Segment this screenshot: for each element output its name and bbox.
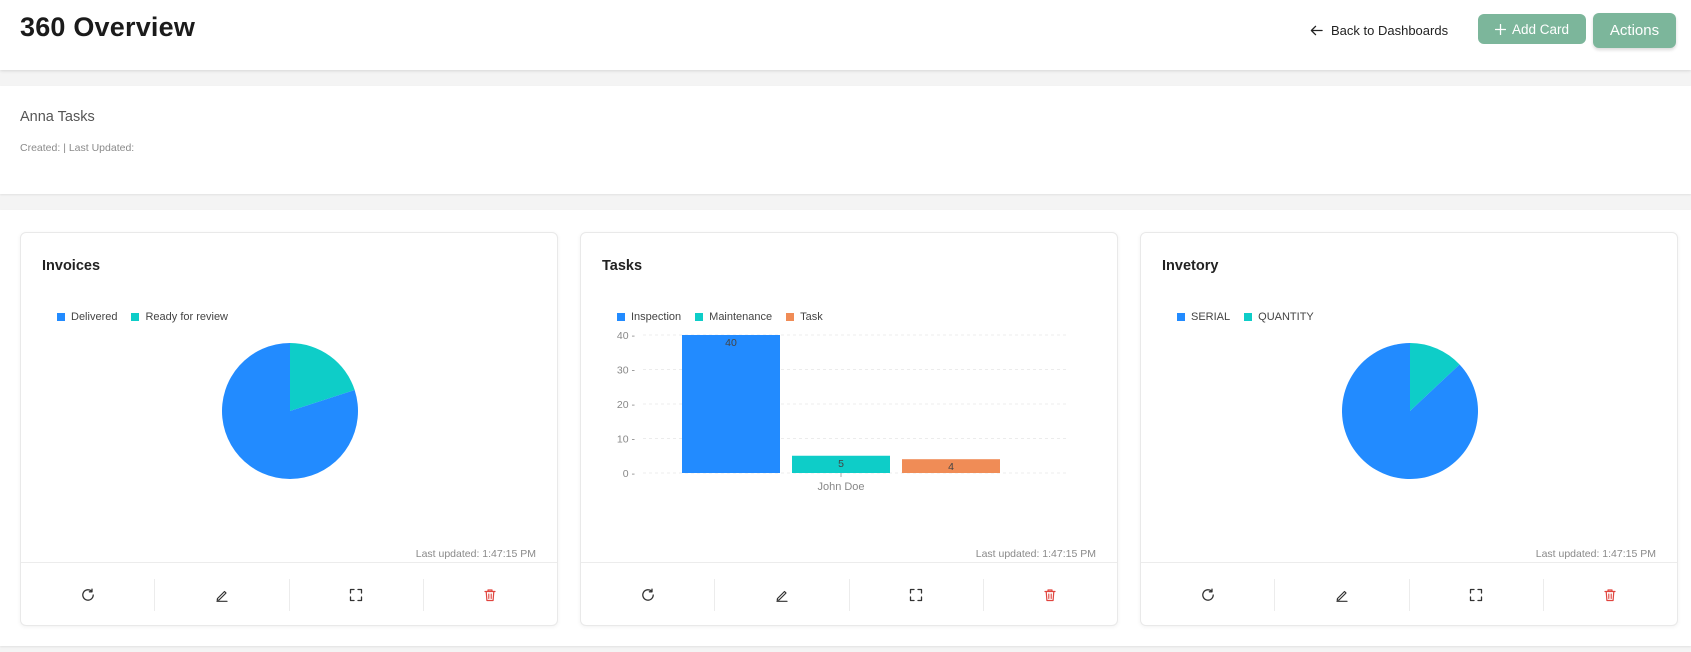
bar-value-label: 5 <box>838 458 844 470</box>
refresh-button[interactable] <box>1141 578 1276 611</box>
legend-item[interactable]: SERIAL <box>1177 311 1230 323</box>
legend-item[interactable]: Maintenance <box>695 311 772 323</box>
edit-icon <box>776 590 788 602</box>
card-invoices: Invoices Delivered Ready for review Last … <box>20 232 558 626</box>
delete-button[interactable] <box>984 579 1117 611</box>
dashboard-name: Anna Tasks <box>20 109 95 125</box>
y-tick-label: 40 - <box>617 330 636 342</box>
card-footer <box>1141 562 1677 626</box>
last-updated: Last updated: 1:47:15 PM <box>975 548 1096 560</box>
page-title: 360 Overview <box>20 12 196 42</box>
back-to-dashboards-link[interactable]: Back to Dashboards <box>1310 19 1448 41</box>
card-footer <box>581 562 1117 626</box>
edit-icon <box>1336 590 1348 602</box>
card-title: Invetory <box>1162 258 1219 274</box>
legend-item[interactable]: Inspection <box>617 311 681 323</box>
legend-swatch <box>617 313 625 321</box>
last-updated: Last updated: 1:47:15 PM <box>415 548 536 560</box>
bar-value-label: 40 <box>725 337 737 349</box>
edit-button[interactable] <box>155 578 290 611</box>
legend-swatch <box>1177 313 1185 321</box>
legend-label: Task <box>800 311 823 323</box>
top-bar: 360 Overview Back to Dashboards Add Card… <box>0 0 1691 70</box>
legend-swatch <box>695 313 704 321</box>
chart-legend: Inspection Maintenance Task <box>617 311 823 323</box>
expand-icon <box>349 588 363 601</box>
add-card-button[interactable]: Add Card <box>1478 14 1586 44</box>
pie-chart <box>1342 343 1479 479</box>
legend-item[interactable]: Ready for review <box>131 311 228 323</box>
delete-button[interactable] <box>424 579 557 611</box>
legend-label: Delivered <box>71 311 118 323</box>
dashboard-info-panel: Anna Tasks Created: | Last Updated: <box>0 86 1691 194</box>
arrow-left-icon <box>1310 25 1323 35</box>
card-footer <box>21 562 557 626</box>
refresh-button[interactable] <box>581 578 716 611</box>
y-tick-label: 20 - <box>617 399 636 411</box>
card-tasks: Tasks Inspection Maintenance Task 0 - 10 - 2… <box>580 232 1118 626</box>
expand-icon <box>1469 588 1483 601</box>
refresh-icon <box>81 588 94 601</box>
y-tick-label: 10 - <box>617 434 636 446</box>
dashboard-meta: Created: | Last Updated: <box>20 142 135 154</box>
x-tick-label: John Doe <box>817 481 864 493</box>
bar-chart: 0 - 10 - 20 - 30 - 40 - 40 5 4 John Doe <box>617 330 1066 493</box>
legend-item[interactable]: Task <box>786 311 823 323</box>
actions-button[interactable]: Actions <box>1593 13 1676 48</box>
refresh-icon <box>1201 588 1214 601</box>
trash-icon <box>1604 588 1616 601</box>
cards-panel: Invoices Delivered Ready for review Last … <box>0 210 1691 646</box>
y-tick-label: 0 - <box>623 468 636 480</box>
refresh-button[interactable] <box>21 578 156 611</box>
last-updated: Last updated: 1:47:15 PM <box>1535 548 1656 560</box>
legend-swatch <box>131 313 140 321</box>
legend-label: Inspection <box>631 311 682 323</box>
legend-item[interactable]: Delivered <box>57 311 117 323</box>
card-title: Invoices <box>42 258 101 274</box>
legend-label: QUANTITY <box>1258 311 1314 323</box>
refresh-icon <box>641 588 654 601</box>
bar[interactable] <box>682 335 780 473</box>
expand-button[interactable] <box>290 578 424 611</box>
legend-label: Ready for review <box>145 311 229 323</box>
add-card-label: Add Card <box>1511 21 1570 37</box>
delete-button[interactable] <box>1544 579 1677 611</box>
trash-icon <box>1044 588 1056 601</box>
chart-legend: SERIAL QUANTITY <box>1177 311 1314 323</box>
edit-icon <box>216 590 228 602</box>
legend-item[interactable]: QUANTITY <box>1244 311 1314 323</box>
legend-label: SERIAL <box>1191 311 1231 323</box>
legend-swatch <box>57 313 65 321</box>
card-title: Tasks <box>602 258 643 274</box>
legend-label: Maintenance <box>709 311 773 323</box>
edit-button[interactable] <box>715 578 850 611</box>
bar-value-label: 4 <box>948 461 954 473</box>
edit-button[interactable] <box>1275 578 1410 611</box>
pie-chart <box>221 343 358 479</box>
plus-icon <box>1494 23 1506 35</box>
chart-legend: Delivered Ready for review <box>57 311 228 323</box>
card-inventory: Invetory SERIAL QUANTITY Last updated: 1:… <box>1140 232 1678 626</box>
legend-swatch <box>1244 313 1253 321</box>
trash-icon <box>484 588 496 601</box>
back-link-label: Back to Dashboards <box>1331 22 1449 38</box>
expand-icon <box>909 588 923 601</box>
expand-button[interactable] <box>1410 578 1544 611</box>
y-tick-label: 30 - <box>617 365 636 377</box>
legend-swatch <box>786 313 795 321</box>
expand-button[interactable] <box>850 578 984 611</box>
